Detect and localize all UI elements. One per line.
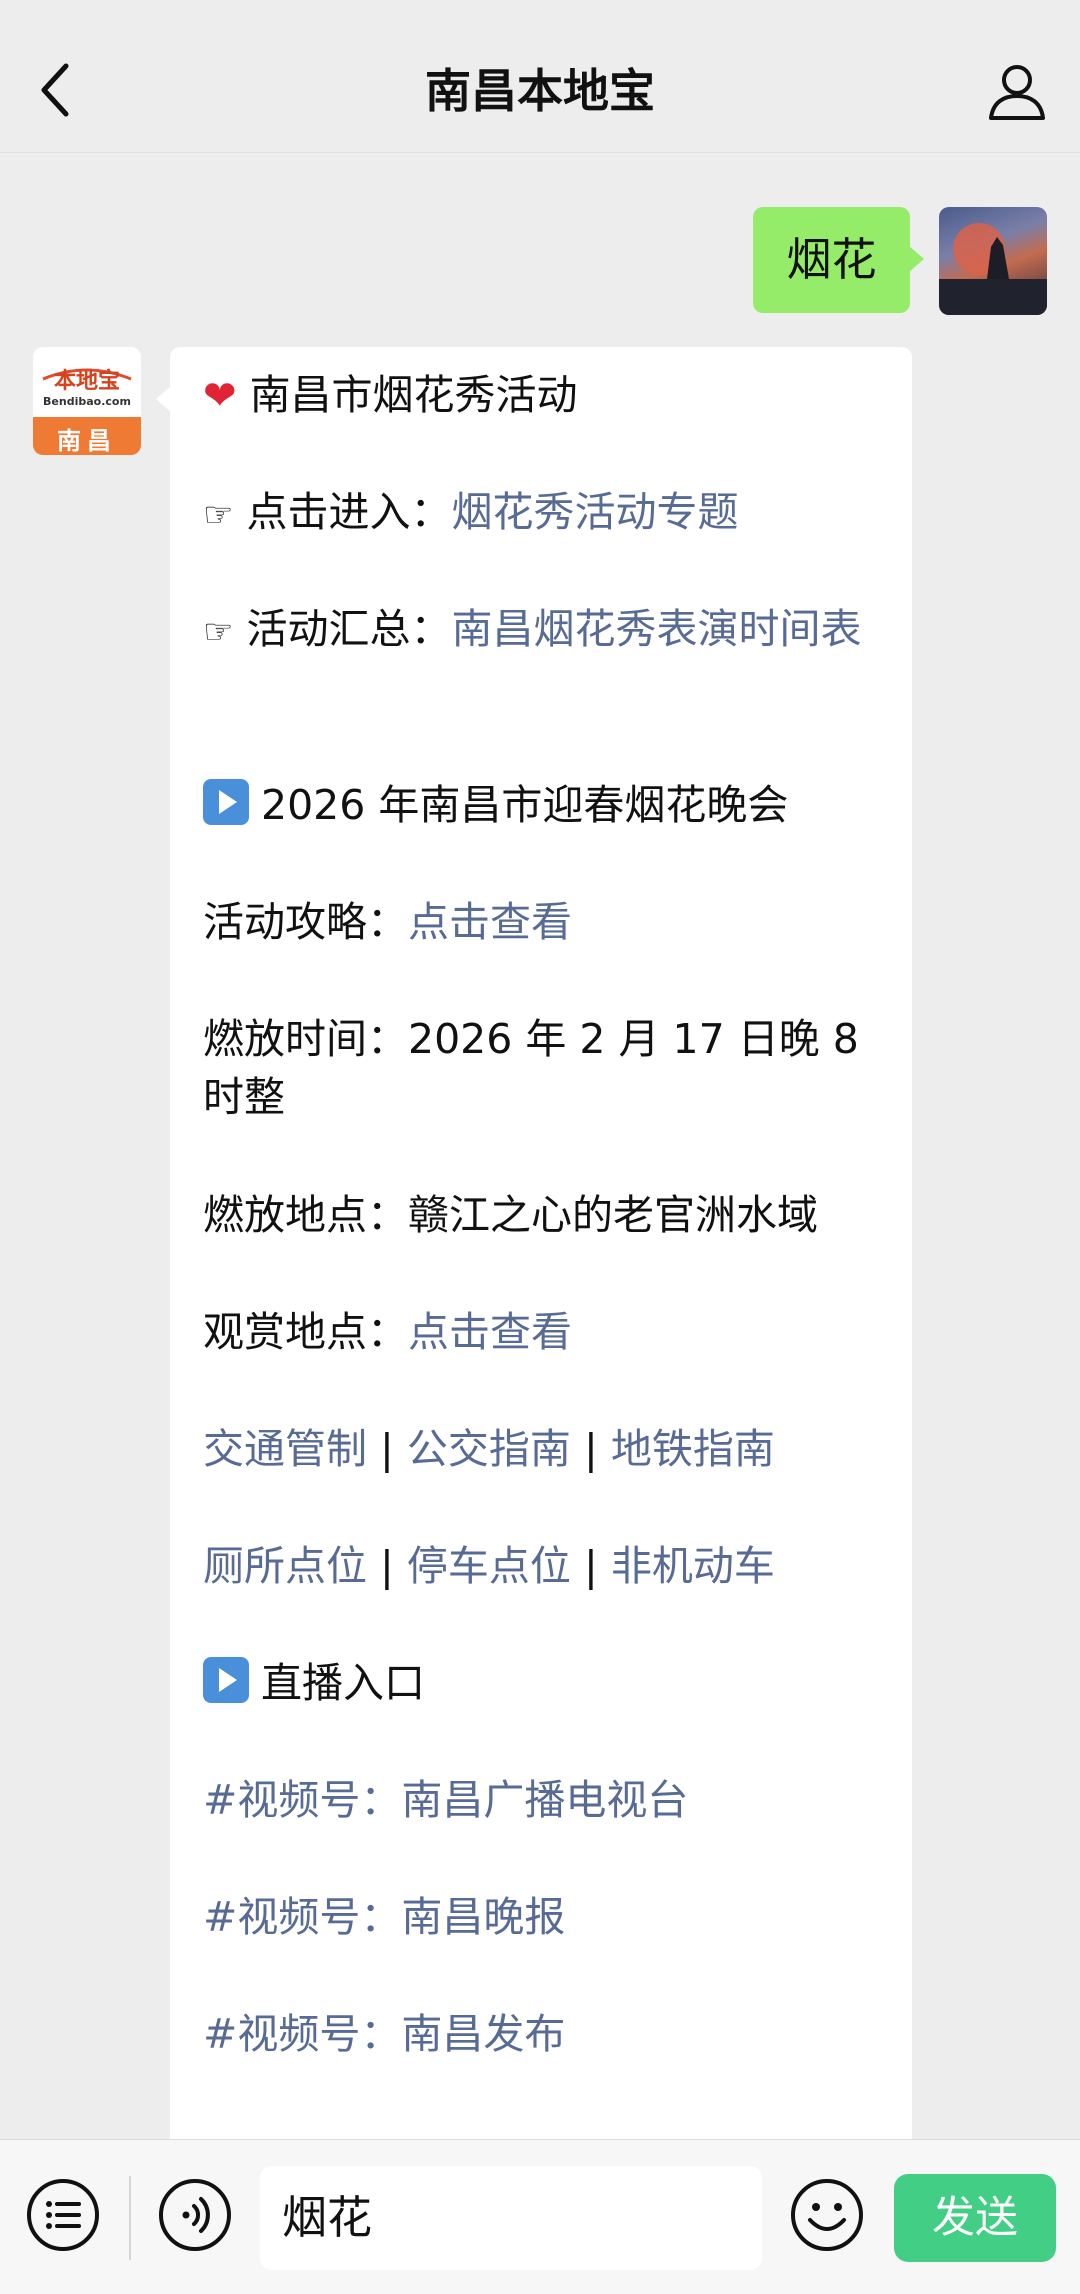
schedule-label: 活动汇总： — [246, 605, 452, 653]
message-input[interactable]: 烟花 — [260, 2166, 762, 2270]
input-bar: 烟花 发送 — [0, 2139, 1080, 2294]
play-button-icon — [203, 779, 249, 825]
section-live-title: 直播入口 — [261, 1659, 425, 1707]
bot-avatar-city: 南昌 — [57, 427, 117, 455]
play-button-icon — [203, 1657, 249, 1703]
separator: | — [380, 1542, 394, 1590]
bot-avatar[interactable]: 本地宝 Bendibao.com 南昌 — [33, 347, 141, 455]
channel-link-2[interactable]: #视频号：南昌晚报 — [203, 1888, 883, 1946]
channel-name: 南昌发布 — [401, 2010, 566, 2058]
pointing-hand-icon: ☞ — [203, 495, 234, 535]
send-button[interactable]: 发送 — [894, 2174, 1056, 2262]
menu-list-icon[interactable] — [24, 2176, 102, 2254]
channel-prefix: #视频号： — [203, 1776, 402, 1824]
bot-avatar-domain: Bendibao.com — [43, 395, 131, 408]
separator: | — [380, 1425, 394, 1473]
page-title: 南昌本地宝 — [425, 64, 655, 118]
facility-links-row: 厕所点位 | 停车点位 | 非机动车 — [203, 1537, 883, 1595]
channel-link-1[interactable]: #视频号：南昌广播电视台 — [203, 1771, 883, 1829]
topic-link-row: ☞ 点击进入：烟花秀活动专题 — [203, 483, 883, 544]
heart-icon: ❤ — [203, 373, 237, 419]
traffic-control-link[interactable]: 交通管制 — [203, 1425, 367, 1473]
channel-name: 南昌广播电视台 — [401, 1776, 689, 1824]
schedule-link-row: ☞ 活动汇总：南昌烟花秀表演时间表 — [203, 600, 883, 661]
guide-label: 活动攻略： — [203, 898, 408, 946]
topic-link[interactable]: 烟花秀活动专题 — [452, 488, 739, 536]
chat-header: 南昌本地宝 — [0, 0, 1080, 153]
view-row: 观赏地点：点击查看 — [203, 1303, 883, 1361]
bus-guide-link[interactable]: 公交指南 — [407, 1425, 571, 1473]
channel-prefix: #视频号： — [203, 1893, 402, 1941]
view-link[interactable]: 点击查看 — [408, 1308, 572, 1356]
channel-name: 南昌晚报 — [401, 1893, 566, 1941]
profile-icon[interactable] — [984, 58, 1050, 124]
place-row: 燃放地点：赣江之心的老官洲水域 — [203, 1191, 818, 1239]
guide-row: 活动攻略：点击查看 — [203, 893, 883, 951]
channel-link-3[interactable]: #视频号：南昌发布 — [203, 2005, 883, 2063]
message-heading-row: ❤ 南昌市烟花秀活动 — [203, 366, 883, 425]
parking-link[interactable]: 停车点位 — [407, 1542, 571, 1590]
transport-links-row: 交通管制 | 公交指南 | 地铁指南 — [203, 1420, 883, 1478]
user-avatar[interactable] — [939, 207, 1047, 315]
toilet-link[interactable]: 厕所点位 — [203, 1542, 367, 1590]
section-live-row: 直播入口 — [203, 1654, 883, 1712]
time-row: 燃放时间：2026 年 2 月 17 日晚 8 时整 — [203, 1015, 859, 1121]
voice-icon[interactable] — [156, 2176, 234, 2254]
outgoing-message-bubble[interactable]: 烟花 — [753, 207, 924, 313]
channel-prefix: #视频号： — [203, 2010, 402, 2058]
emoji-icon[interactable] — [788, 2176, 866, 2254]
section-gala-row: 2026 年南昌市迎春烟花晚会 — [203, 776, 883, 834]
message-heading: 南昌市烟花秀活动 — [249, 371, 578, 419]
topic-label: 点击进入： — [246, 488, 452, 536]
separator: | — [583, 1425, 598, 1473]
view-label: 观赏地点： — [203, 1308, 408, 1356]
pointing-hand-icon: ☞ — [203, 612, 234, 652]
separator: | — [583, 1542, 598, 1590]
divider — [129, 2176, 131, 2260]
schedule-link[interactable]: 南昌烟花秀表演时间表 — [452, 605, 862, 653]
incoming-message-bubble: ❤ 南昌市烟花秀活动 ☞ 点击进入：烟花秀活动专题 ☞ 活动汇总：南昌烟花秀表演… — [156, 347, 912, 2139]
non-motor-link[interactable]: 非机动车 — [611, 1542, 775, 1590]
chat-area[interactable]: 烟花 本地宝 Bendibao.com 南昌 ❤ 南昌市烟花秀活动 ☞ 点击进入… — [0, 153, 1080, 2139]
section-gala-title: 2026 年南昌市迎春烟花晚会 — [261, 781, 789, 829]
metro-guide-link[interactable]: 地铁指南 — [611, 1425, 775, 1473]
guide-link[interactable]: 点击查看 — [408, 898, 572, 946]
bot-avatar-brand: 本地宝 — [53, 369, 120, 394]
